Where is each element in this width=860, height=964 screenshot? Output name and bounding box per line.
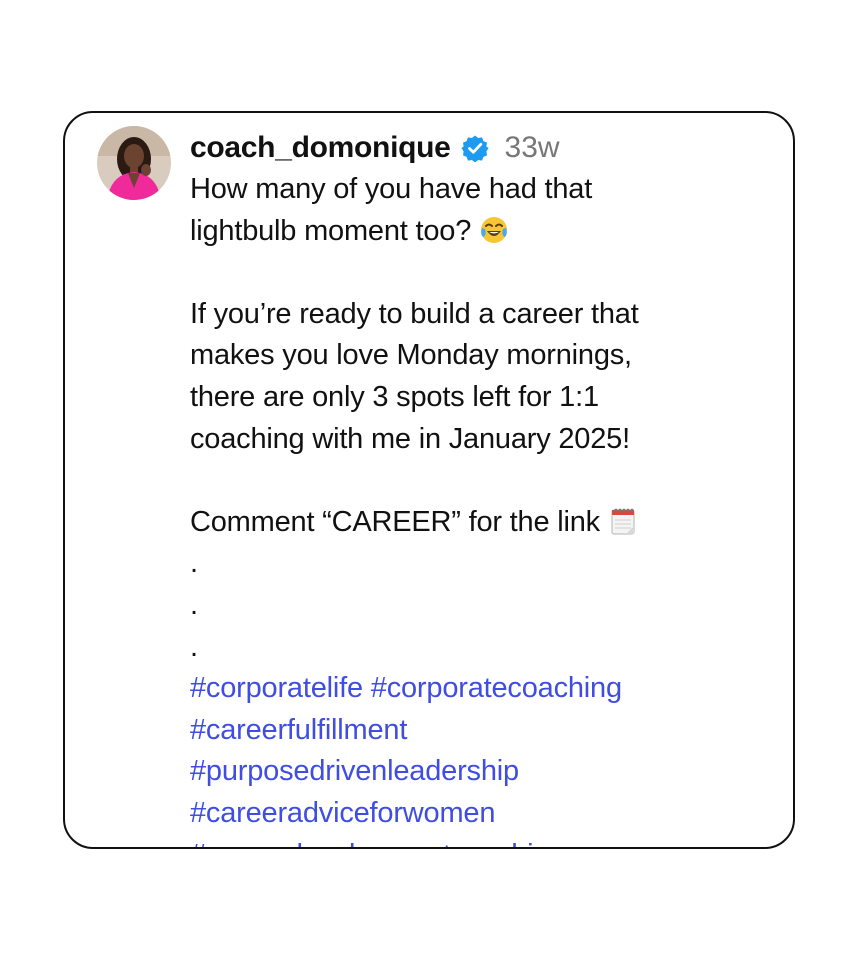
caption-line: Comment “CAREER” for the link xyxy=(190,502,780,544)
caption-line: there are only 3 spots left for 1:1 xyxy=(190,380,599,413)
hashtag-link[interactable]: #corporatelife #corporatecoaching xyxy=(190,668,780,710)
hashtag-link[interactable]: #careeradviceforwomen xyxy=(190,793,780,835)
caption-dot: . xyxy=(190,630,198,663)
caption-line: lightbulb moment too? xyxy=(190,211,780,253)
hashtag-link[interactable]: #careerfulfillment xyxy=(190,710,780,752)
post-caption: How many of you have had that lightbulb … xyxy=(190,169,780,848)
caption-dot: . xyxy=(190,588,198,621)
post-card: coach_domonique 33w How many of you have… xyxy=(63,111,795,849)
hashtag-link[interactable]: #careerdevelopmentcoaching xyxy=(190,835,780,848)
caption-line: coaching with me in January 2025! xyxy=(190,422,630,455)
caption-dot: . xyxy=(190,547,198,580)
hashtag-link[interactable]: #purposedrivenleadership xyxy=(190,751,780,793)
avatar-photo-icon xyxy=(97,126,171,200)
caption-line: makes you love Monday mornings, xyxy=(190,339,632,372)
username-link[interactable]: coach_domonique xyxy=(190,131,451,165)
caption-line: How many of you have had that xyxy=(190,173,593,205)
avatar[interactable] xyxy=(97,126,171,200)
post-header: coach_domonique 33w xyxy=(190,127,780,169)
post-timestamp[interactable]: 33w xyxy=(505,131,560,165)
face-with-tears-of-joy-icon xyxy=(479,215,509,245)
caption-line: If you’re ready to build a career that xyxy=(190,297,639,330)
post-content: coach_domonique 33w How many of you have… xyxy=(190,127,780,848)
spiral-notepad-icon xyxy=(608,506,638,536)
verified-badge-icon xyxy=(460,134,489,162)
